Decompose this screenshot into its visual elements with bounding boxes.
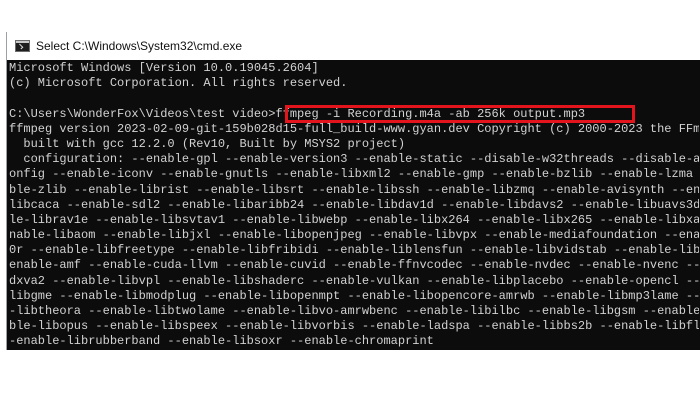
title-bar[interactable]: Select C:\Windows\System32\cmd.exe	[7, 32, 700, 60]
console-line: Microsoft Windows [Version 10.0.19045.26…	[9, 61, 319, 75]
console-line: libcaca --enable-sdl2 --enable-libaribb2…	[9, 197, 699, 212]
window-title: Select C:\Windows\System32\cmd.exe	[36, 39, 243, 53]
console-line: ble-zlib --enable-librist --enable-libsr…	[9, 182, 699, 197]
console-line: ffmpeg version 2023-02-09-git-159b028d15…	[9, 121, 699, 136]
console-line: -libtheora --enable-libtwolame --enable-…	[9, 304, 699, 318]
cmd-icon	[15, 40, 30, 52]
console-line: libgme --enable-libmodplug --enable-libo…	[9, 288, 699, 303]
console-command-line: C:\Users\WonderFox\Videos\test video>ffm…	[9, 106, 586, 121]
console-line: ble-libopus --enable-libspeex --enable-l…	[9, 319, 699, 334]
console-line: configuration: --enable-gpl --enable-ver…	[23, 152, 699, 167]
console-line: 0r --enable-libfreetype --enable-libfrib…	[9, 243, 699, 258]
console-line: dxva2 --enable-libvpl --enable-libshader…	[9, 273, 699, 288]
cmd-window[interactable]: Select C:\Windows\System32\cmd.exe Micro…	[6, 32, 700, 350]
console-line: -enable-librubberband --enable-libsoxr -…	[9, 334, 434, 349]
console-line: (c) Microsoft Corporation. All rights re…	[9, 76, 348, 91]
console-area[interactable]: Microsoft Windows [Version 10.0.19045.26…	[7, 60, 700, 350]
console-line: enable-amf --enable-cuda-llvm --enable-c…	[9, 258, 699, 273]
console-line: le-librav1e --enable-libsvtav1 --enable-…	[9, 212, 699, 227]
console-line: nable-libaom --enable-libjxl --enable-li…	[9, 228, 699, 243]
console-output: Microsoft Windows [Version 10.0.19045.26…	[9, 61, 699, 350]
console-line: built with gcc 12.2.0 (Rev10, Built by M…	[9, 136, 406, 151]
page: Select C:\Windows\System32\cmd.exe Micro…	[0, 0, 700, 407]
console-line: onfig --enable-iconv --enable-gnutls --e…	[9, 167, 694, 182]
